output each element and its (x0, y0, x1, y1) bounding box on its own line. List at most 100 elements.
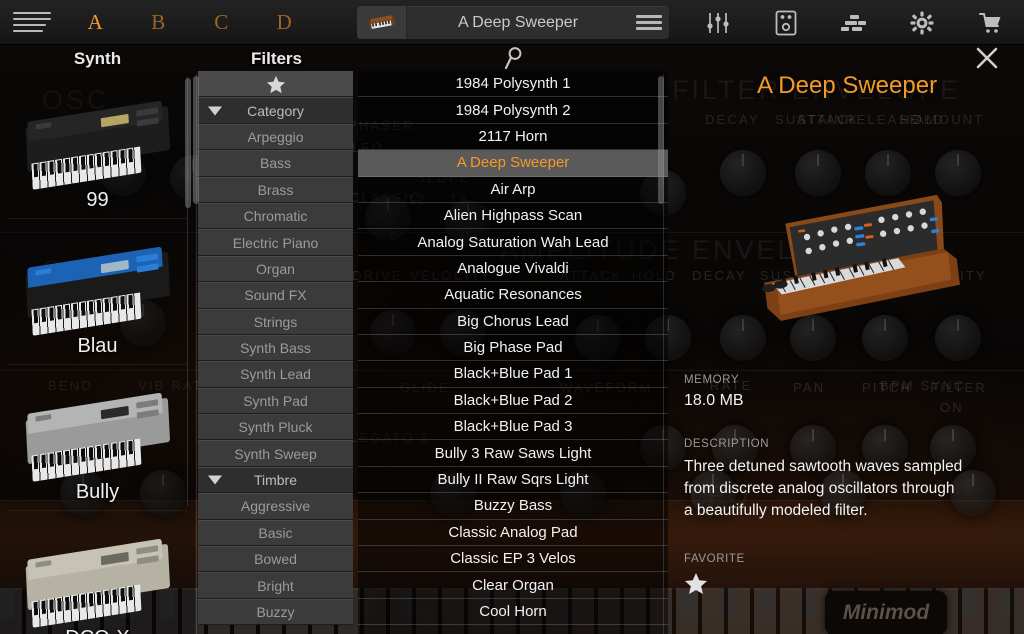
preset-list-item[interactable]: Air Arp (358, 177, 668, 203)
list-menu-icon (636, 12, 662, 33)
preset-list-item[interactable]: Analogue Vivaldi (358, 256, 668, 283)
filter-list-item[interactable]: Arpeggio (198, 123, 353, 151)
app-root: OSCOSC 2FILTER ENVELOPEAMPLITUDE ENVELOP… (0, 0, 1024, 634)
filter-list-item[interactable]: Synth Lead (198, 361, 353, 388)
synth-item-label: DCO-X (65, 627, 129, 634)
preset-list-item[interactable]: Cool Horn (358, 599, 668, 626)
filter-list-item[interactable]: Organ (198, 255, 353, 283)
synth-list-item[interactable]: Bully (0, 365, 195, 510)
filter-list-item[interactable]: Bass (198, 150, 353, 177)
main-menu-button[interactable] (0, 0, 64, 45)
filter-list-item[interactable]: Strings (198, 308, 353, 335)
filter-list-item[interactable]: Sound FX (198, 282, 353, 309)
filter-list-item[interactable]: Electric Piano (198, 229, 353, 256)
slot-tab-b[interactable]: B (127, 10, 190, 35)
filter-item-label: Basic (258, 524, 293, 541)
filter-list-item[interactable]: Synth Pad (198, 387, 353, 415)
preset-list[interactable]: 1984 Polysynth 1 1984 Polysynth 2 2117 Hor… (358, 71, 668, 634)
preset-list-item[interactable]: Black+Blue Pad 1 (358, 361, 668, 388)
filter-list-item[interactable]: Synth Bass (198, 334, 353, 362)
filter-favorites-button[interactable] (198, 71, 353, 98)
preset-list-item[interactable]: 2117 Horn (358, 124, 668, 151)
filter-item-label: Aggressive (240, 498, 311, 515)
preset-list-item[interactable]: Classic Analog Pad (358, 520, 668, 547)
preset-list-item[interactable]: Alien Highpass Scan (358, 203, 668, 230)
preset-item-label: Big Phase Pad (463, 339, 563, 357)
filter-group-header[interactable]: Category (198, 97, 353, 124)
preset-list-item[interactable]: Black+Blue Pad 3 (358, 414, 668, 441)
preset-name-field[interactable]: A Deep Sweeper (357, 6, 669, 39)
preset-item-label: Bully II Raw Sqrs Light (437, 471, 589, 489)
favorite-label: FAVORITE (684, 553, 745, 565)
filter-list-item[interactable]: Bowed (198, 546, 353, 573)
synth-list[interactable]: 99 Blau Bully DCO-X (0, 73, 195, 634)
preset-list-item[interactable]: 1984 Polysynth 1 (358, 71, 668, 98)
preset-list-menu-button[interactable] (629, 12, 669, 33)
filter-list-item[interactable]: Aggressive (198, 493, 353, 520)
toolbar-icon-group (684, 0, 1024, 45)
store-button[interactable] (956, 0, 1024, 45)
preset-list-item[interactable]: Aquatic Resonances (358, 282, 668, 309)
filter-list-item[interactable]: Synth Pluck (198, 414, 353, 441)
filter-list-item[interactable]: Synth Sweep (198, 440, 353, 467)
preset-list-item[interactable]: Big Phase Pad (358, 335, 668, 362)
filters-scrollbar[interactable] (193, 76, 199, 204)
detail-title: A Deep Sweeper (756, 72, 938, 99)
slot-tab-c[interactable]: C (190, 10, 253, 35)
settings-button[interactable] (888, 0, 956, 45)
filter-item-label: Bass (259, 155, 292, 172)
preset-item-label: 1984 Polysynth 2 (455, 101, 571, 119)
preset-list-item[interactable]: Analog Saturation Wah Lead (358, 229, 668, 256)
filter-group-header[interactable]: Timbre (198, 466, 353, 494)
slot-tab-a[interactable]: A (64, 10, 127, 35)
slot-tab-d[interactable]: D (253, 10, 316, 35)
stompbox-pedal-icon (775, 10, 797, 35)
preset-list-item[interactable]: Bully 3 Raw Saws Light (358, 440, 668, 467)
preset-list-item[interactable]: Clear Organ (358, 572, 668, 599)
synth-item-label: 99 (86, 189, 109, 211)
preset-list-item[interactable]: 1984 Polysynth 2 (358, 97, 668, 124)
filter-list-item[interactable]: Chromatic (198, 202, 353, 230)
slot-tabs: A B C D (64, 10, 316, 35)
filter-list-item[interactable]: Buzzy (198, 598, 353, 626)
search-icon (504, 47, 522, 70)
filters-list[interactable]: Category Arpeggio Bass Brass Chromatic Electr… (198, 71, 353, 634)
preset-item-label: Black+Blue Pad 1 (453, 365, 573, 383)
preset-item-label: Air Arp (490, 180, 536, 198)
filter-list-item[interactable]: Bright (198, 572, 353, 599)
preset-list-item[interactable]: Buzzy Bass (358, 493, 668, 520)
preset-list-item[interactable]: Black+Blue Pad 2 (358, 388, 668, 415)
preset-item-label: Clear Organ (472, 576, 554, 594)
filter-item-label: Buzzy (256, 604, 295, 620)
filter-item-label: Bright (257, 577, 294, 594)
filter-item-label: Synth Pad (243, 392, 308, 409)
synth-column-title: Synth (73, 49, 122, 68)
search-button[interactable] (358, 44, 668, 72)
synth-scrollbar[interactable] (185, 78, 191, 208)
preset-list-item[interactable]: Bully II Raw Sqrs Light (358, 467, 668, 494)
preset-list-item[interactable]: Classic EP 3 Velos (358, 546, 668, 573)
preset-item-label: Analog Saturation Wah Lead (417, 233, 609, 251)
preset-item-label: A Deep Sweeper (456, 154, 570, 172)
preset-item-label: Cool Horn (479, 603, 547, 620)
filter-group-label: Timbre (253, 472, 298, 489)
favorite-toggle-button[interactable] (684, 572, 708, 600)
mixer-button[interactable] (684, 0, 752, 45)
preset-item-label: 1984 Polysynth 1 (455, 75, 571, 93)
filter-list-item[interactable]: Basic (198, 519, 353, 547)
filter-list-item[interactable]: Brass (198, 176, 353, 203)
preset-list-item-selected[interactable]: A Deep Sweeper (358, 150, 668, 177)
routing-button[interactable] (820, 0, 888, 45)
synth-list-item[interactable]: 99 (0, 73, 195, 218)
hamburger-icon (13, 8, 51, 36)
top-toolbar: A B C D A Deep Sweeper (0, 0, 1024, 45)
preset-list-item[interactable]: Big Chorus Lead (358, 309, 668, 335)
star-icon (685, 573, 707, 594)
star-icon (266, 75, 285, 93)
preset-item-label: 2117 Horn (478, 127, 548, 145)
effects-pedal-button[interactable] (752, 0, 820, 45)
preset-detail-panel: A Deep Sweeper MEMORY 18.0 MB DESCRIPTIO… (670, 60, 1024, 634)
synth-list-item[interactable]: DCO-X (0, 511, 195, 634)
preset-scrollbar[interactable] (658, 76, 664, 204)
synth-list-item[interactable]: Blau (0, 219, 195, 364)
